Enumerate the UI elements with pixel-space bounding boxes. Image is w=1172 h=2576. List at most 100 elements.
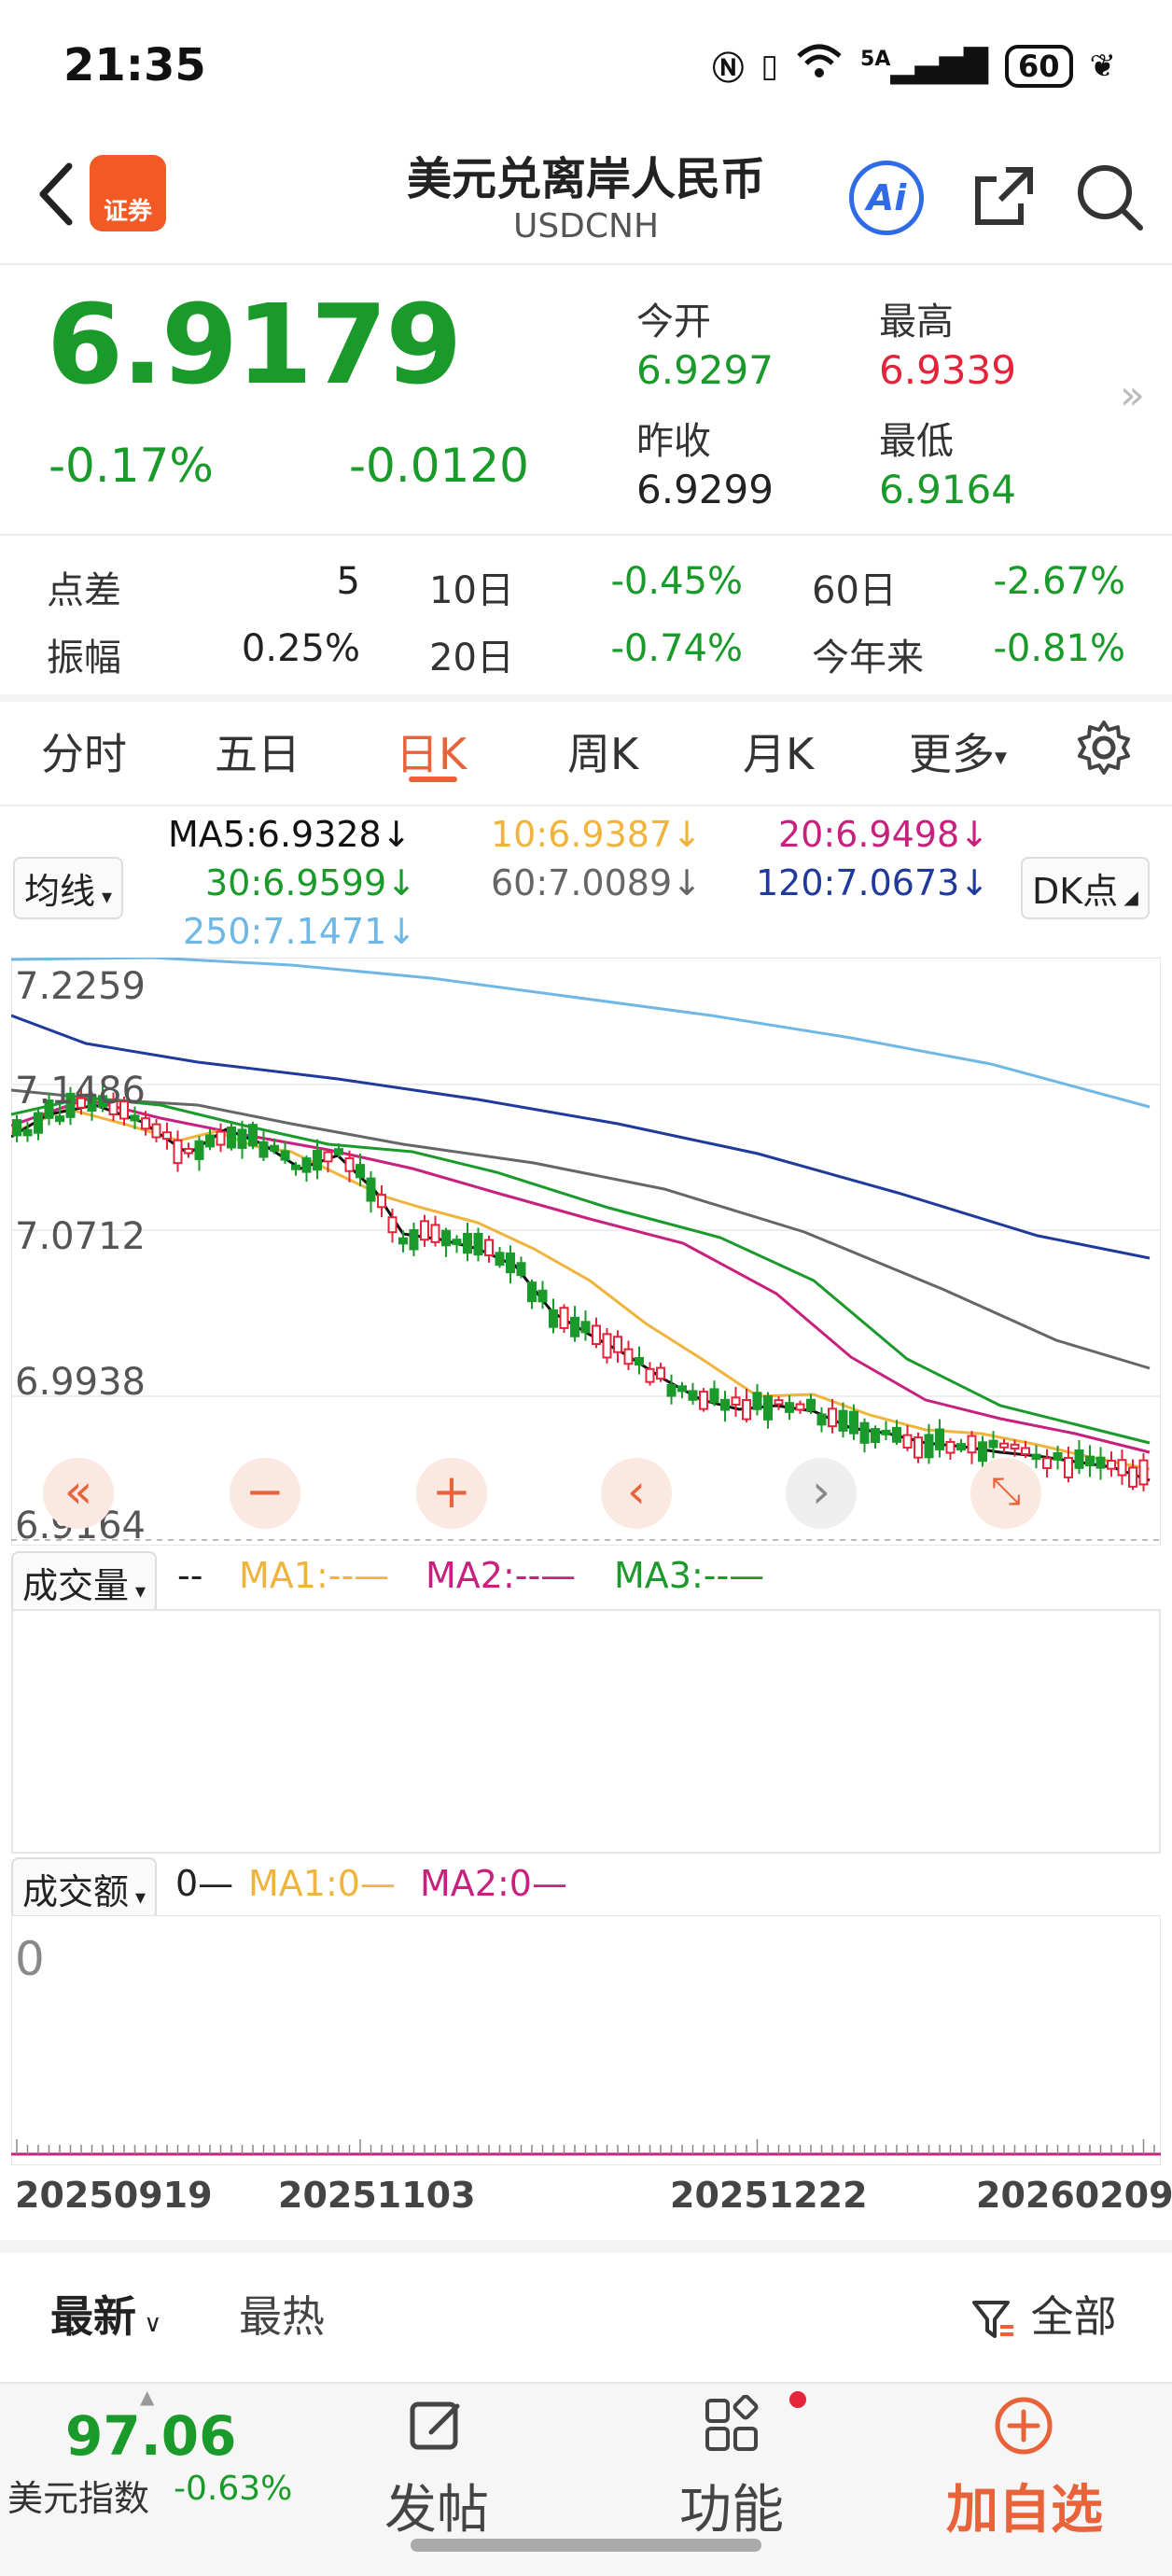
add-watchlist-icon[interactable] bbox=[993, 2395, 1054, 2460]
candle-body bbox=[484, 1239, 494, 1257]
candle-body bbox=[720, 1398, 730, 1411]
wifi-icon bbox=[795, 43, 844, 89]
candle-body bbox=[1074, 1449, 1084, 1469]
functions-icon[interactable] bbox=[702, 2394, 761, 2458]
scroll-to-start-button[interactable]: « bbox=[43, 1458, 114, 1529]
candle-body bbox=[752, 1392, 762, 1410]
filter-icon bbox=[972, 2300, 1013, 2338]
candle-body bbox=[838, 1409, 848, 1432]
zoom-out-button[interactable]: − bbox=[230, 1458, 300, 1529]
share-icon[interactable] bbox=[969, 161, 1039, 231]
section-gap bbox=[0, 2240, 1172, 2253]
post-button[interactable]: 发帖 bbox=[371, 2468, 502, 2543]
functions-button[interactable]: 功能 bbox=[666, 2468, 797, 2543]
scroll-right-button[interactable]: › bbox=[786, 1458, 857, 1529]
fullscreen-icon[interactable]: ⤡ bbox=[970, 1458, 1041, 1529]
tab-weekly-k[interactable]: 周K bbox=[567, 721, 638, 782]
tab-daily-k[interactable]: 日K bbox=[396, 721, 467, 782]
d10-label: 10日 bbox=[429, 569, 514, 612]
feed-filter-button[interactable]: 全部 bbox=[970, 2283, 1117, 2345]
candle-body bbox=[495, 1252, 505, 1267]
candle-body bbox=[1085, 1455, 1095, 1467]
gear-icon[interactable] bbox=[1075, 719, 1133, 777]
volume-selector-label: 成交量 bbox=[22, 1565, 130, 1606]
battery-icon: 60 bbox=[1004, 44, 1073, 88]
candle-body bbox=[945, 1440, 956, 1454]
tab-five-day[interactable]: 五日 bbox=[215, 721, 300, 782]
candle-body bbox=[409, 1228, 419, 1251]
feed-tab-latest[interactable]: 最新 ∨ bbox=[50, 2283, 161, 2345]
candle-body bbox=[774, 1399, 784, 1406]
ma120-legend: 120:7.0673↓ bbox=[756, 862, 990, 903]
candle-body bbox=[452, 1239, 462, 1245]
tab-intraday[interactable]: 分时 bbox=[41, 721, 127, 782]
candle-body bbox=[999, 1442, 1009, 1449]
candle-body bbox=[463, 1232, 472, 1254]
candle-body bbox=[527, 1281, 537, 1303]
scroll-left-button[interactable]: ‹ bbox=[601, 1458, 672, 1529]
dollar-index-value[interactable]: 97.06 bbox=[65, 2404, 236, 2468]
high-value: 6.9339 bbox=[879, 347, 1016, 393]
candle-body bbox=[763, 1394, 773, 1421]
date-label: 20250919 bbox=[15, 2175, 213, 2216]
candle-body bbox=[356, 1164, 365, 1179]
caret-down-icon: ▾ bbox=[129, 1886, 146, 1910]
candle-body bbox=[635, 1356, 644, 1366]
ai-button[interactable]: Ai bbox=[849, 161, 924, 235]
post-icon[interactable] bbox=[407, 2395, 467, 2458]
current-price: 6.9179 bbox=[47, 280, 462, 409]
active-tab-indicator bbox=[409, 777, 457, 782]
candle-body bbox=[709, 1388, 719, 1404]
turnover-chart[interactable] bbox=[11, 1915, 1161, 2165]
candle-body bbox=[742, 1399, 751, 1421]
tab-monthly-k[interactable]: 月K bbox=[743, 721, 814, 782]
ma20-legend: 20:6.9498↓ bbox=[778, 814, 989, 855]
candle-body bbox=[988, 1439, 998, 1449]
price-axis-label: 7.1486 bbox=[15, 1070, 146, 1113]
candle-body bbox=[173, 1139, 183, 1165]
volume-selector[interactable]: 成交量 ▾ bbox=[11, 1551, 158, 1614]
candle-body bbox=[570, 1316, 579, 1337]
dk-point-button[interactable]: DK点 ◢ bbox=[1021, 857, 1150, 919]
d10-value: -0.45% bbox=[610, 560, 743, 603]
leaf-icon: ❦ bbox=[1089, 47, 1117, 85]
candle-body bbox=[1010, 1443, 1020, 1450]
candle-body bbox=[892, 1426, 901, 1443]
caret-down-icon: ▾ bbox=[95, 886, 113, 909]
caret-down-icon: ▾ bbox=[995, 743, 1008, 772]
search-icon[interactable] bbox=[1073, 161, 1144, 231]
tab-more[interactable]: 更多▾ bbox=[909, 721, 1007, 782]
candle-body bbox=[506, 1252, 515, 1274]
add-watchlist-button[interactable]: 加自选 bbox=[933, 2468, 1116, 2543]
volume-chart[interactable] bbox=[11, 1609, 1161, 1854]
turnover-ma2: MA2:0— bbox=[420, 1863, 567, 1904]
divider bbox=[0, 263, 1172, 265]
ma-selector[interactable]: 均线 ▾ bbox=[13, 857, 124, 919]
more-quote-button[interactable]: » bbox=[1120, 371, 1145, 419]
dollar-index-name[interactable]: 美元指数 bbox=[7, 2470, 149, 2521]
candle-body bbox=[22, 1128, 33, 1137]
d60-label: 60日 bbox=[812, 569, 897, 612]
turnover-selector[interactable]: 成交额 ▾ bbox=[11, 1857, 158, 1920]
kline-chart[interactable] bbox=[11, 958, 1161, 1546]
candle-body bbox=[731, 1396, 741, 1407]
candle-body bbox=[194, 1140, 204, 1160]
feed-tab-hot[interactable]: 最热 bbox=[239, 2283, 325, 2345]
home-indicator[interactable] bbox=[411, 2539, 761, 2552]
ma30-legend: 30:6.9599↓ bbox=[205, 862, 416, 903]
vibrate-icon: ▯ bbox=[760, 47, 779, 85]
candle-body bbox=[559, 1307, 569, 1329]
ma-selector-label: 均线 bbox=[24, 871, 96, 912]
ma60-legend: 60:7.0089↓ bbox=[491, 862, 702, 903]
prev-close-value: 6.9299 bbox=[636, 467, 774, 512]
candle-body bbox=[1021, 1447, 1030, 1456]
ma5-legend: MA5:6.9328↓ bbox=[168, 814, 412, 855]
candle-body bbox=[978, 1441, 987, 1463]
dk-point-label: DK点 bbox=[1032, 871, 1119, 912]
open-label: 今开 bbox=[636, 301, 711, 343]
candle-body bbox=[55, 1115, 64, 1123]
date-label: 20251222 bbox=[670, 2175, 868, 2216]
zoom-in-button[interactable]: + bbox=[416, 1458, 487, 1529]
candle-body bbox=[248, 1124, 258, 1147]
candle-body bbox=[785, 1402, 794, 1413]
